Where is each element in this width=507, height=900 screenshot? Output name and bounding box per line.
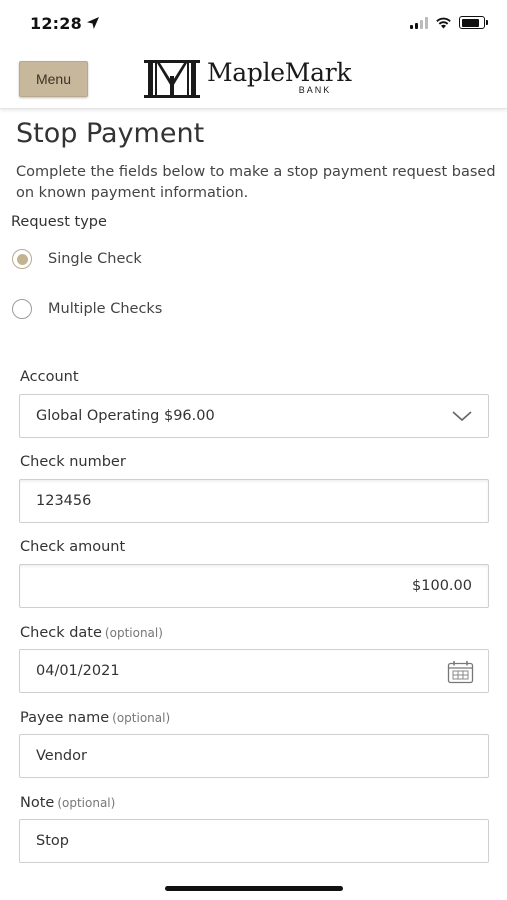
payee-name-label: Payee name (optional) <box>20 710 170 726</box>
payee-name-input[interactable]: Vendor <box>19 734 489 778</box>
payee-name-label-text: Payee name <box>20 710 110 726</box>
radio-single-check[interactable]: Single Check <box>12 249 142 269</box>
check-amount-label: Check amount <box>20 539 126 555</box>
check-date-value: 04/01/2021 <box>36 663 120 679</box>
check-number-value: 123456 <box>36 493 92 509</box>
cellular-signal-icon <box>410 16 428 29</box>
location-arrow-icon <box>87 17 99 29</box>
note-label: Note (optional) <box>20 795 115 811</box>
logo-sub: BANK <box>298 85 332 95</box>
request-type-label: Request type <box>11 214 107 230</box>
payee-name-optional: (optional) <box>112 711 171 725</box>
maplemark-logo: MapleMark BANK <box>143 58 352 100</box>
maplemark-logo-mark <box>144 60 200 98</box>
payee-name-value: Vendor <box>36 748 87 764</box>
radio-single-check-label: Single Check <box>48 251 142 267</box>
page-title: Stop Payment <box>16 118 205 149</box>
note-input[interactable]: Stop <box>19 819 489 863</box>
chevron-down-icon <box>452 411 472 422</box>
battery-icon <box>459 16 488 29</box>
check-amount-value: $100.00 <box>412 578 472 594</box>
status-time: 12:28 <box>30 14 82 33</box>
radio-multiple-checks[interactable]: Multiple Checks <box>12 299 162 319</box>
check-date-label: Check date (optional) <box>20 625 163 641</box>
calendar-icon[interactable] <box>447 660 474 684</box>
note-label-text: Note <box>20 795 55 811</box>
radio-multiple-checks-control[interactable] <box>12 299 32 319</box>
check-date-label-text: Check date <box>20 625 102 641</box>
check-date-input[interactable]: 04/01/2021 <box>19 649 489 693</box>
account-select-value: Global Operating $96.00 <box>36 408 215 424</box>
logo-name: MapleMark <box>207 58 352 87</box>
check-number-input[interactable]: 123456 <box>19 479 489 523</box>
status-indicators <box>410 16 488 29</box>
check-date-optional: (optional) <box>104 626 163 640</box>
check-amount-input[interactable]: $100.00 <box>19 564 489 608</box>
home-indicator[interactable] <box>165 886 343 891</box>
menu-button[interactable]: Menu <box>19 61 88 97</box>
check-number-label: Check number <box>20 454 126 470</box>
radio-single-check-control[interactable] <box>12 249 32 269</box>
account-label: Account <box>20 369 79 385</box>
wifi-icon <box>436 17 451 28</box>
radio-multiple-checks-label: Multiple Checks <box>48 301 163 317</box>
page-description: Complete the fields below to make a stop… <box>16 164 496 201</box>
note-optional: (optional) <box>57 796 116 810</box>
account-select[interactable]: Global Operating $96.00 <box>19 394 489 438</box>
note-value: Stop <box>36 833 69 849</box>
logo-wordmark: MapleMark BANK <box>207 58 352 99</box>
